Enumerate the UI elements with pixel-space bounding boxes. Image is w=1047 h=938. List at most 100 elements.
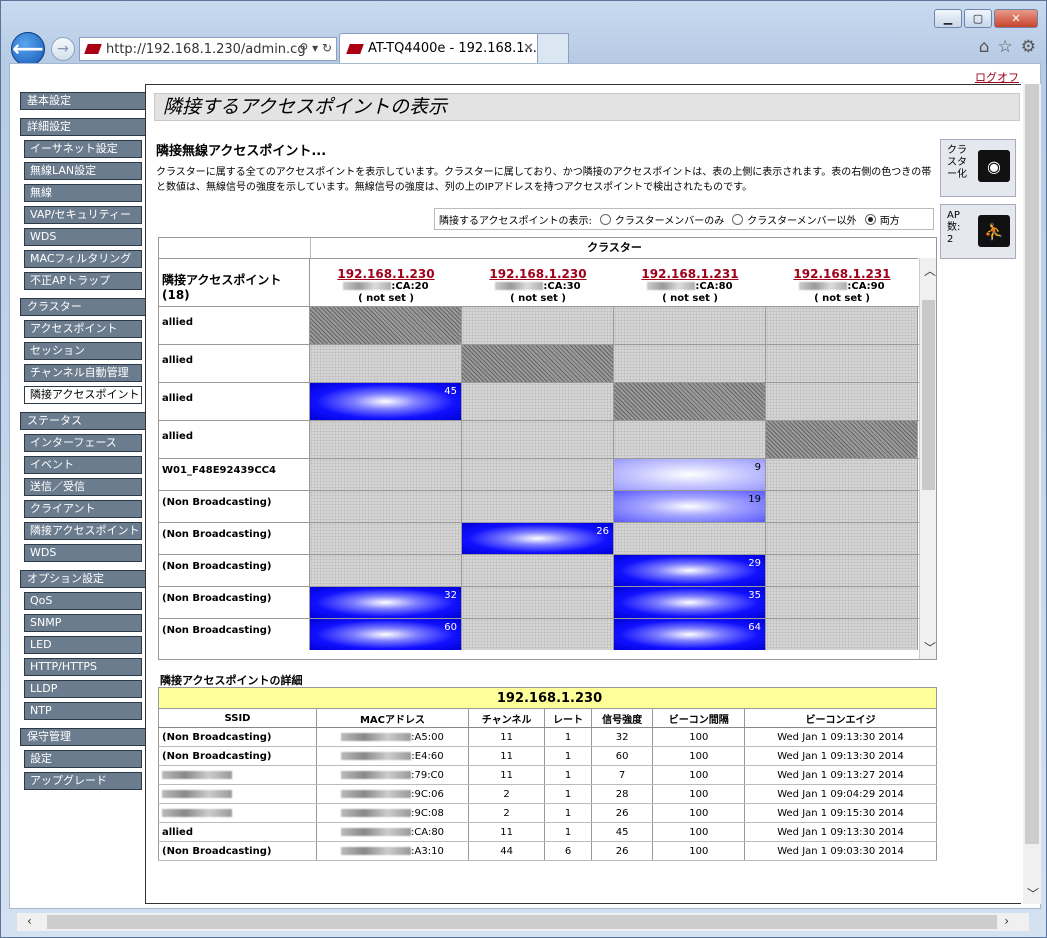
details-channel: 11	[468, 746, 546, 766]
details-interval: 100	[652, 803, 746, 823]
sidebar-item[interactable]: 送信／受信	[24, 478, 142, 496]
cluster-ap-location: ( not set )	[358, 293, 414, 304]
empty-cell	[462, 555, 614, 586]
sidebar-item[interactable]: アクセスポイント	[24, 320, 142, 338]
radio-button[interactable]	[599, 213, 611, 225]
details-ssid	[158, 784, 317, 804]
sidebar-item[interactable]: LLDP	[24, 680, 142, 698]
address-bar[interactable]: http://192.168.1.230/admin.cg ⚲ ▾ ↻	[79, 37, 337, 61]
sidebar-group-header[interactable]: クラスター	[20, 298, 146, 316]
back-button[interactable]: ⟵	[11, 32, 45, 66]
scroll-up-icon[interactable]: ︿	[924, 262, 936, 279]
details-ssid: (Non Broadcasting)	[158, 727, 317, 747]
empty-cell	[310, 491, 462, 522]
display-filter-label: 隣接するアクセスポイントの表示:	[439, 215, 592, 227]
sidebar-item[interactable]: SNMP	[24, 614, 142, 632]
neighbor-row: allied	[159, 344, 919, 382]
sidebar-item[interactable]: チャンネル自動管理	[24, 364, 142, 382]
new-tab-button[interactable]	[537, 33, 569, 63]
cluster-status-box: クラスター化 ◉	[940, 139, 1016, 197]
radio-both[interactable]: 両方	[864, 212, 900, 227]
grid-scrollbar[interactable]: ︿ ﹀	[919, 258, 936, 659]
sidebar-item[interactable]: LED	[24, 636, 142, 654]
page-viewport: ログオフ 基本設定詳細設定イーサネット設定 無線LAN設定 無線 VAP/セキュリティ…	[9, 63, 1041, 909]
site-logo-icon	[84, 44, 102, 54]
sidebar-item[interactable]: セッション	[24, 342, 142, 360]
sidebar-group-header[interactable]: 基本設定	[20, 92, 146, 110]
sidebar-item[interactable]: 隣接アクセスポイント	[24, 386, 142, 404]
sidebar-item[interactable]: インターフェース	[24, 434, 142, 452]
neighbor-ssid: (Non Broadcasting)	[159, 491, 310, 522]
section-heading: 隣接無線アクセスポイント...	[156, 144, 327, 159]
sidebar-item[interactable]: 無線	[24, 184, 142, 202]
cluster-ap-link[interactable]: 192.168.1.231	[614, 267, 766, 281]
page-scrollbar[interactable]: ﹀	[1023, 84, 1041, 904]
sidebar-item[interactable]: HTTP/HTTPS	[24, 658, 142, 676]
description-text: クラスターに属する全てのアクセスポイントを表示しています。クラスターに属しており…	[156, 167, 932, 193]
details-age: Wed Jan 1 09:13:30 2014	[744, 727, 937, 747]
sidebar-group-header[interactable]: 詳細設定	[20, 118, 146, 136]
sidebar-item[interactable]: NTP	[24, 702, 142, 720]
details-rate: 1	[544, 822, 592, 842]
sidebar-group-header[interactable]: 保守管理	[20, 728, 146, 746]
details-row: :9C:08 2 1 26 100 Wed Jan 1 09:15:30 2014	[158, 803, 937, 823]
sidebar-item[interactable]: WDS	[24, 228, 142, 246]
browser-tab[interactable]: AT-TQ4400e - 192.168.1... ✕	[339, 33, 569, 63]
cluster-column-header: 192.168.1.231:CA:90( not set )	[766, 258, 918, 306]
close-window-button[interactable]: ✕	[994, 9, 1038, 28]
forward-button[interactable]: →	[51, 37, 75, 61]
browser-window: ▁ ▢ ✕ ⟵ → http://192.168.1.230/admin.cg …	[0, 0, 1047, 938]
sidebar-item[interactable]: クライアント	[24, 500, 142, 518]
empty-cell	[462, 619, 614, 650]
sidebar-item[interactable]: 設定	[24, 750, 142, 768]
cluster-ap-link[interactable]: 192.168.1.230	[462, 267, 614, 281]
sidebar-item[interactable]: VAP/セキュリティー	[24, 206, 142, 224]
sidebar-group-header[interactable]: ステータス	[20, 412, 146, 430]
radio-button[interactable]	[732, 213, 744, 225]
sidebar-item[interactable]: 無線LAN設定	[24, 162, 142, 180]
radio-non-members[interactable]: クラスターメンバー以外	[732, 212, 857, 227]
sidebar-item[interactable]: イベント	[24, 456, 142, 474]
cluster-ap-link[interactable]: 192.168.1.231	[766, 267, 918, 281]
details-row: (Non Broadcasting):A3:10 44 6 26 100 Wed Jan …	[158, 841, 937, 861]
page-scroll-down-icon[interactable]: ﹀	[1027, 885, 1039, 902]
horizontal-scrollbar[interactable]: ‹ ›	[17, 913, 1029, 931]
sidebar-item[interactable]: QoS	[24, 592, 142, 610]
details-signal: 7	[591, 765, 654, 785]
sidebar-item[interactable]: MACフィルタリング	[24, 250, 142, 268]
star-icon[interactable]: ☆	[998, 37, 1013, 57]
close-tab-icon[interactable]: ✕	[523, 41, 534, 56]
details-column-header: チャンネル	[468, 708, 546, 728]
details-rate: 6	[544, 841, 592, 861]
scroll-right-icon[interactable]: ›	[1004, 914, 1009, 928]
details-ssid: allied	[158, 822, 317, 842]
search-refresh-icon[interactable]: ⚲ ▾ ↻	[300, 41, 333, 55]
scroll-down-icon[interactable]: ﹀	[924, 639, 936, 656]
logoff-link[interactable]: ログオフ	[975, 69, 1019, 85]
sidebar-item[interactable]: イーサネット設定	[24, 140, 142, 158]
sidebar-item[interactable]: 隣接アクセスポイント	[24, 522, 142, 540]
masked-ssid	[162, 770, 232, 779]
neighbor-row: allied	[159, 306, 919, 344]
details-header-row: SSID MACアドレス チャンネル レート 信号強度 ビーコン間隔 ビーコンエイジ	[158, 708, 937, 728]
cluster-icon: ◉	[978, 150, 1010, 182]
details-mac: :79:C0	[316, 765, 469, 785]
sidebar-item[interactable]: 不正APトラップ	[24, 272, 142, 290]
home-icon[interactable]: ⌂	[979, 37, 990, 57]
sidebar-item[interactable]: アップグレード	[24, 772, 142, 790]
masked-mac	[341, 751, 412, 760]
scroll-left-icon[interactable]: ‹	[27, 914, 32, 928]
details-channel: 2	[468, 803, 546, 823]
sidebar-group-header[interactable]: オプション設定	[20, 570, 146, 588]
scroll-thumb[interactable]	[922, 300, 935, 490]
horizontal-scroll-thumb[interactable]	[47, 915, 997, 929]
minimize-button[interactable]: ▁	[934, 9, 962, 28]
sidebar-item[interactable]: WDS	[24, 544, 142, 562]
radio-members-only[interactable]: クラスターメンバーのみ	[599, 212, 724, 227]
gear-icon[interactable]: ⚙	[1021, 37, 1036, 57]
display-filter: 隣接するアクセスポイントの表示: クラスターメンバーのみ クラスターメンバー以外…	[434, 208, 934, 230]
page-scroll-thumb[interactable]	[1025, 84, 1039, 844]
cluster-ap-link[interactable]: 192.168.1.230	[310, 267, 462, 281]
maximize-button[interactable]: ▢	[964, 9, 992, 28]
radio-button-selected[interactable]	[864, 213, 876, 225]
